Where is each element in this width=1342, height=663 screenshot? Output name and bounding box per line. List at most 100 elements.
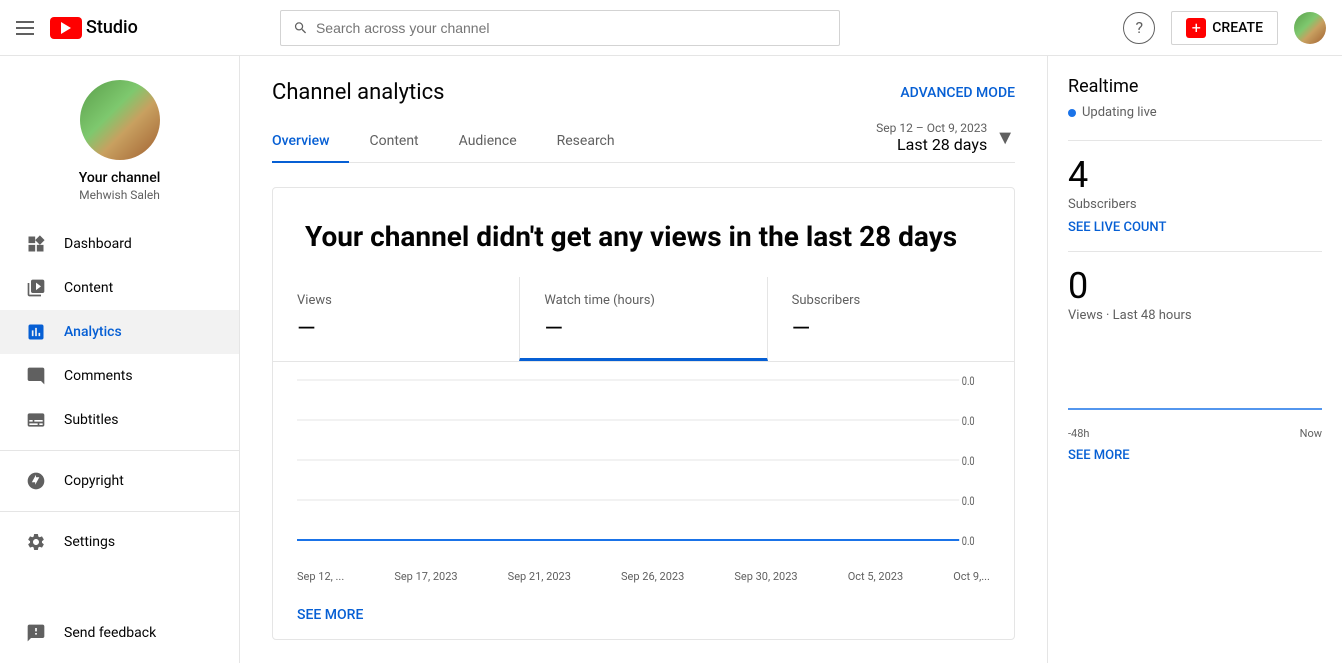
x-label-5: Oct 5, 2023 [848, 570, 903, 583]
realtime-header: Realtime [1068, 76, 1322, 97]
channel-avatar-image [80, 80, 160, 160]
sidebar-item-settings[interactable]: Settings [0, 520, 239, 564]
channel-info: Your channel Mehwish Saleh [0, 72, 239, 222]
create-icon [1186, 18, 1206, 38]
layout: Your channel Mehwish Saleh Dashboard Con… [0, 56, 1342, 663]
sidebar: Your channel Mehwish Saleh Dashboard Con… [0, 56, 240, 663]
sidebar-item-label: Subtitles [64, 412, 119, 428]
chevron-down-icon: ▼ [995, 125, 1015, 150]
mini-chart-axis: -48h Now [1068, 427, 1322, 440]
x-label-4: Sep 30, 2023 [734, 570, 797, 583]
copyright-icon [24, 469, 48, 493]
svg-text:0.0: 0.0 [962, 454, 975, 469]
sidebar-bottom: Send feedback [0, 611, 239, 663]
metrics-row: Views — Watch time (hours) — Subscribers… [273, 277, 1014, 362]
date-picker-inner: Sep 12 – Oct 9, 2023 Last 28 days [876, 121, 987, 154]
dashboard-icon [24, 232, 48, 256]
sidebar-item-feedback[interactable]: Send feedback [0, 611, 239, 655]
metric-watchtime[interactable]: Watch time (hours) — [519, 277, 767, 361]
user-avatar[interactable] [1294, 12, 1326, 44]
advanced-mode-button[interactable]: ADVANCED MODE [900, 85, 1015, 101]
tab-audience[interactable]: Audience [439, 121, 537, 163]
metric-watchtime-value: — [544, 314, 742, 342]
channel-name: Your channel [79, 170, 161, 186]
tab-overview[interactable]: Overview [272, 121, 349, 163]
channel-avatar[interactable] [80, 80, 160, 160]
header-right: ? CREATE [1123, 11, 1326, 45]
help-button[interactable]: ? [1123, 12, 1155, 44]
metric-subscribers[interactable]: Subscribers — [768, 277, 1014, 361]
metric-views-value: — [297, 314, 495, 342]
main-content: Channel analytics ADVANCED MODE Overview… [240, 56, 1047, 663]
sidebar-item-content[interactable]: Content [0, 266, 239, 310]
metric-subscribers-label: Subscribers [792, 293, 990, 308]
date-range-label: Sep 12 – Oct 9, 2023 [876, 121, 987, 135]
logo[interactable]: Studio [50, 17, 138, 39]
views-label: Views · Last 48 hours [1068, 308, 1322, 323]
sidebar-item-analytics[interactable]: Analytics [0, 310, 239, 354]
search-input[interactable] [316, 20, 827, 36]
mini-graph-svg [1068, 339, 1322, 419]
see-live-count-button[interactable]: SEE LIVE COUNT [1068, 220, 1322, 235]
header: Studio ? CREATE [0, 0, 1342, 56]
svg-text:0.0: 0.0 [962, 414, 975, 429]
sidebar-item-subtitles[interactable]: Subtitles [0, 398, 239, 442]
x-label-6: Oct 9,... [953, 570, 990, 583]
live-text: Updating live [1082, 105, 1157, 120]
sidebar-item-label: Content [64, 280, 113, 296]
sidebar-item-copyright[interactable]: Copyright [0, 459, 239, 503]
sidebar-item-dashboard[interactable]: Dashboard [0, 222, 239, 266]
analytics-tabs: Overview Content Audience Research Sep 1… [272, 121, 1015, 163]
comments-icon [24, 364, 48, 388]
date-picker[interactable]: Sep 12 – Oct 9, 2023 Last 28 days ▼ [876, 121, 1015, 162]
sidebar-item-label: Send feedback [64, 625, 156, 641]
chart-area: 0.0 0.0 0.0 0.0 0.0 [273, 362, 1014, 562]
sidebar-nav: Dashboard Content Analytics [0, 222, 239, 611]
chart-headline: Your channel didn't get any views in the… [273, 204, 1014, 277]
search-bar[interactable] [280, 10, 840, 46]
live-indicator: Updating live [1068, 105, 1322, 120]
see-more-link[interactable]: SEE MORE [273, 595, 1014, 639]
x-label-1: Sep 17, 2023 [394, 570, 457, 583]
x-axis: Sep 12, ... Sep 17, 2023 Sep 21, 2023 Se… [273, 562, 1014, 595]
axis-right-label: Now [1300, 427, 1322, 440]
see-more-anchor[interactable]: SEE MORE [297, 607, 363, 623]
axis-left-label: -48h [1068, 427, 1089, 440]
svg-text:0.0: 0.0 [962, 374, 975, 389]
metric-views[interactable]: Views — [273, 277, 519, 361]
channel-handle: Mehwish Saleh [79, 188, 160, 202]
metric-watchtime-label: Watch time (hours) [544, 293, 742, 308]
mini-graph [1068, 339, 1322, 419]
metric-views-label: Views [297, 293, 495, 308]
metric-subscribers-value: — [792, 314, 990, 342]
subtitles-icon [24, 408, 48, 432]
chart-svg: 0.0 0.0 0.0 0.0 0.0 [297, 370, 990, 560]
tab-content[interactable]: Content [349, 121, 438, 163]
sidebar-item-comments[interactable]: Comments [0, 354, 239, 398]
sidebar-item-label: Settings [64, 534, 115, 550]
subscribers-stat: 4 Subscribers SEE LIVE COUNT [1068, 157, 1322, 235]
live-dot [1068, 109, 1076, 117]
avatar-image [1294, 12, 1326, 44]
sidebar-item-label: Copyright [64, 473, 124, 489]
header-left: Studio [16, 17, 138, 39]
subscribers-count: 4 [1068, 157, 1322, 193]
hamburger-button[interactable] [16, 21, 34, 35]
search-icon [293, 20, 308, 36]
sidebar-item-label: Dashboard [64, 236, 132, 252]
studio-label: Studio [86, 17, 138, 38]
x-label-2: Sep 21, 2023 [508, 570, 571, 583]
svg-text:0.0: 0.0 [962, 494, 975, 509]
create-label: CREATE [1212, 20, 1263, 36]
page-title: Channel analytics [272, 80, 444, 105]
see-more-panel-button[interactable]: SEE MORE [1068, 448, 1322, 463]
x-label-3: Sep 26, 2023 [621, 570, 684, 583]
chart-container: Your channel didn't get any views in the… [272, 187, 1015, 640]
sidebar-item-label: Comments [64, 368, 133, 384]
views-count: 0 [1068, 268, 1322, 304]
page-header: Channel analytics ADVANCED MODE [272, 80, 1015, 105]
x-label-0: Sep 12, ... [297, 570, 344, 583]
create-button[interactable]: CREATE [1171, 11, 1278, 45]
content-icon [24, 276, 48, 300]
tab-research[interactable]: Research [537, 121, 635, 163]
